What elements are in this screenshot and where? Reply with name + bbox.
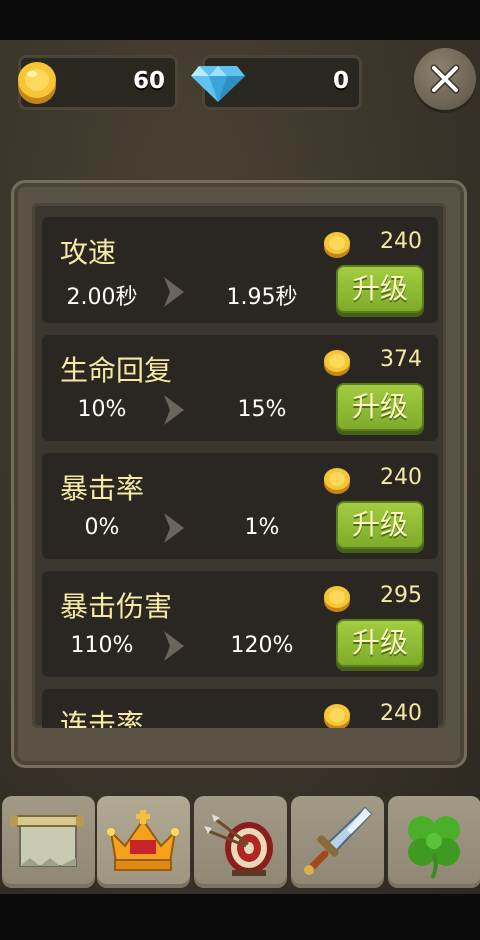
current-value: 10% (77, 397, 127, 422)
chevron-right-icon (164, 513, 184, 543)
tab-crown[interactable] (97, 796, 190, 888)
next-value: 120% (230, 633, 294, 658)
upgrade-row-combo-rate: 连击率 240 (42, 689, 438, 728)
next-value: 1.95秒 (226, 285, 298, 310)
scroll-icon (10, 815, 84, 867)
game-screen: 60 0 攻速 240 2.00秒 1.95秒 升级 生命回复 374 10% … (0, 40, 480, 894)
current-value: 2.00秒 (66, 285, 138, 310)
upgrade-button[interactable]: 升级 (336, 619, 424, 667)
upgrade-cost: 240 (380, 701, 422, 726)
upgrade-button[interactable]: 升级 (336, 501, 424, 549)
chevron-right-icon (164, 631, 184, 661)
chevron-right-icon (164, 395, 184, 425)
coin-count: 60 (132, 68, 165, 94)
current-value: 0% (84, 515, 120, 540)
upgrade-button[interactable]: 升级 (336, 265, 424, 313)
gem-counter: 0 (191, 55, 362, 110)
coin-icon (324, 350, 350, 376)
coin-icon (324, 232, 350, 258)
upgrade-cost: 240 (380, 465, 422, 490)
upgrade-row-health-regen: 生命回复 374 10% 15% 升级 (42, 335, 438, 441)
next-value: 15% (237, 397, 287, 422)
next-value: 1% (244, 515, 280, 540)
upgrade-panel: 攻速 240 2.00秒 1.95秒 升级 生命回复 374 10% 15% 升… (11, 180, 467, 768)
clover-icon (408, 816, 460, 880)
coin-icon (18, 62, 56, 104)
tab-clover[interactable] (388, 796, 480, 888)
archery-target-icon (204, 814, 273, 876)
upgrade-title: 暴击率 (60, 472, 145, 505)
upgrade-cost: 374 (380, 347, 422, 372)
upgrade-row-attack-speed: 攻速 240 2.00秒 1.95秒 升级 (42, 217, 438, 323)
tab-sword[interactable] (291, 796, 384, 888)
upgrade-row-crit-rate: 暴击率 240 0% 1% 升级 (42, 453, 438, 559)
upgrade-title: 生命回复 (60, 354, 173, 387)
upgrade-cost: 295 (380, 583, 422, 608)
coin-icon (324, 586, 350, 612)
coin-icon (324, 704, 350, 728)
sword-icon (304, 806, 373, 875)
upgrade-list[interactable]: 攻速 240 2.00秒 1.95秒 升级 生命回复 374 10% 15% 升… (32, 203, 446, 728)
upgrade-title: 攻速 (60, 236, 117, 269)
upgrade-cost: 240 (380, 229, 422, 254)
bottom-bar (0, 894, 480, 940)
upgrade-button[interactable]: 升级 (336, 383, 424, 431)
crown-icon (107, 810, 179, 871)
tab-archery[interactable] (194, 796, 287, 888)
upgrade-title: 暴击伤害 (60, 590, 173, 623)
upgrade-title: 连击率 (60, 708, 145, 728)
tab-scroll[interactable] (2, 796, 95, 888)
upgrade-row-crit-damage: 暴击伤害 295 110% 120% 升级 (42, 571, 438, 677)
coin-icon (324, 468, 350, 494)
close-button[interactable] (414, 48, 476, 110)
gem-count: 0 (332, 68, 349, 94)
close-icon (430, 64, 460, 94)
coin-counter: 60 (18, 55, 178, 110)
current-value: 110% (70, 633, 134, 658)
diamond-icon (191, 66, 245, 102)
chevron-right-icon (164, 277, 184, 307)
